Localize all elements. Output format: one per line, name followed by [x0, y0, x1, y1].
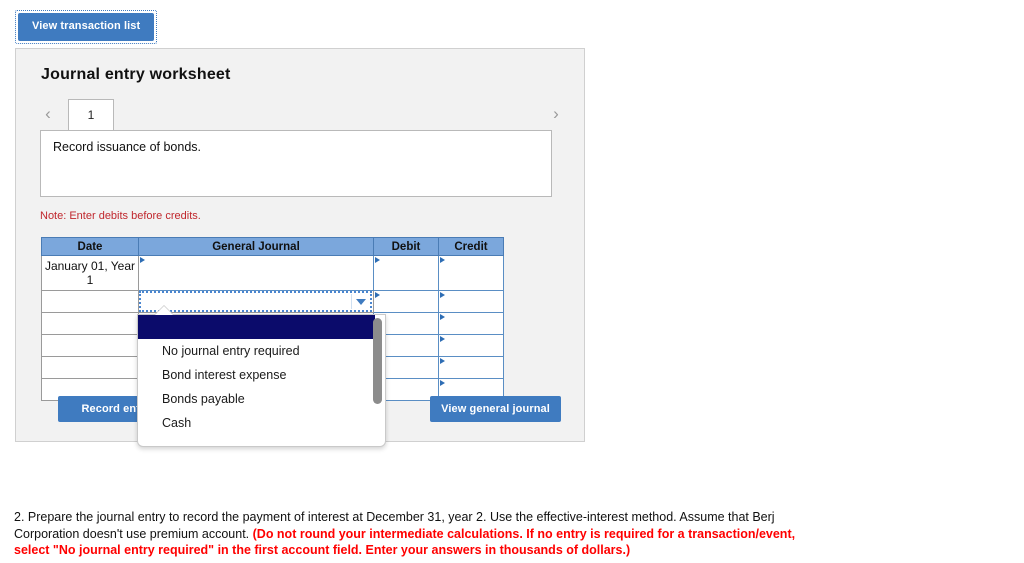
table-row [41, 290, 504, 313]
transaction-description-box: Record issuance of bonds. [40, 130, 552, 197]
dropdown-scrollbar-thumb[interactable] [373, 318, 382, 404]
debits-before-credits-note: Note: Enter debits before credits. [40, 210, 201, 222]
column-header-credit: Credit [438, 237, 504, 256]
account-dropdown-list[interactable]: No journal entry required Bond interest … [137, 314, 386, 447]
column-header-date: Date [41, 237, 139, 256]
view-general-journal-button[interactable]: View general journal [430, 396, 561, 422]
column-header-debit: Debit [373, 237, 439, 256]
combobox-divider [351, 294, 352, 309]
dropdown-option-no-journal-entry-required[interactable]: No journal entry required [138, 339, 385, 363]
table-row: January 01, Year 1 [41, 255, 504, 291]
cell-date-5[interactable] [41, 356, 139, 379]
dropdown-option-blank[interactable] [138, 315, 375, 339]
table-header-row: Date General Journal Debit Credit [41, 237, 504, 256]
cell-general-journal-2[interactable] [138, 290, 374, 313]
page-title: Journal entry worksheet [41, 66, 231, 83]
dropdown-option-bonds-payable[interactable]: Bonds payable [138, 387, 385, 411]
column-header-general-journal: General Journal [138, 237, 374, 256]
cell-credit-5[interactable] [438, 356, 504, 379]
cell-debit-2[interactable] [373, 290, 439, 313]
cell-date-4[interactable] [41, 334, 139, 357]
cell-credit-1[interactable] [438, 255, 504, 291]
cell-date-3[interactable] [41, 312, 139, 335]
next-tab-arrow-icon[interactable]: › [548, 103, 564, 125]
tab-worksheet-1[interactable]: 1 [68, 99, 114, 130]
view-transaction-list-button[interactable]: View transaction list [18, 13, 155, 41]
worksheet-tabstrip: ‹ 1 › [40, 99, 564, 131]
view-general-journal-button-wrap: View general journal [430, 396, 561, 422]
cell-date-2[interactable] [41, 290, 139, 313]
cell-credit-4[interactable] [438, 334, 504, 357]
cell-date-1[interactable]: January 01, Year 1 [41, 255, 139, 291]
dropdown-option-cash[interactable]: Cash [138, 411, 385, 435]
cell-credit-3[interactable] [438, 312, 504, 335]
prev-tab-arrow-icon[interactable]: ‹ [40, 103, 56, 125]
dropdown-option-bond-interest-expense[interactable]: Bond interest expense [138, 363, 385, 387]
view-transaction-list-focus-ring: View transaction list [15, 10, 158, 44]
cell-general-journal-1[interactable] [138, 255, 374, 291]
cell-debit-1[interactable] [373, 255, 439, 291]
transaction-description-text: Record issuance of bonds. [53, 140, 202, 154]
dropdown-callout-notch-icon [155, 306, 173, 315]
account-select-combobox[interactable] [139, 291, 372, 312]
question-text: 2. Prepare the journal entry to record t… [14, 509, 814, 559]
chevron-down-icon[interactable] [356, 299, 366, 305]
cell-credit-2[interactable] [438, 290, 504, 313]
